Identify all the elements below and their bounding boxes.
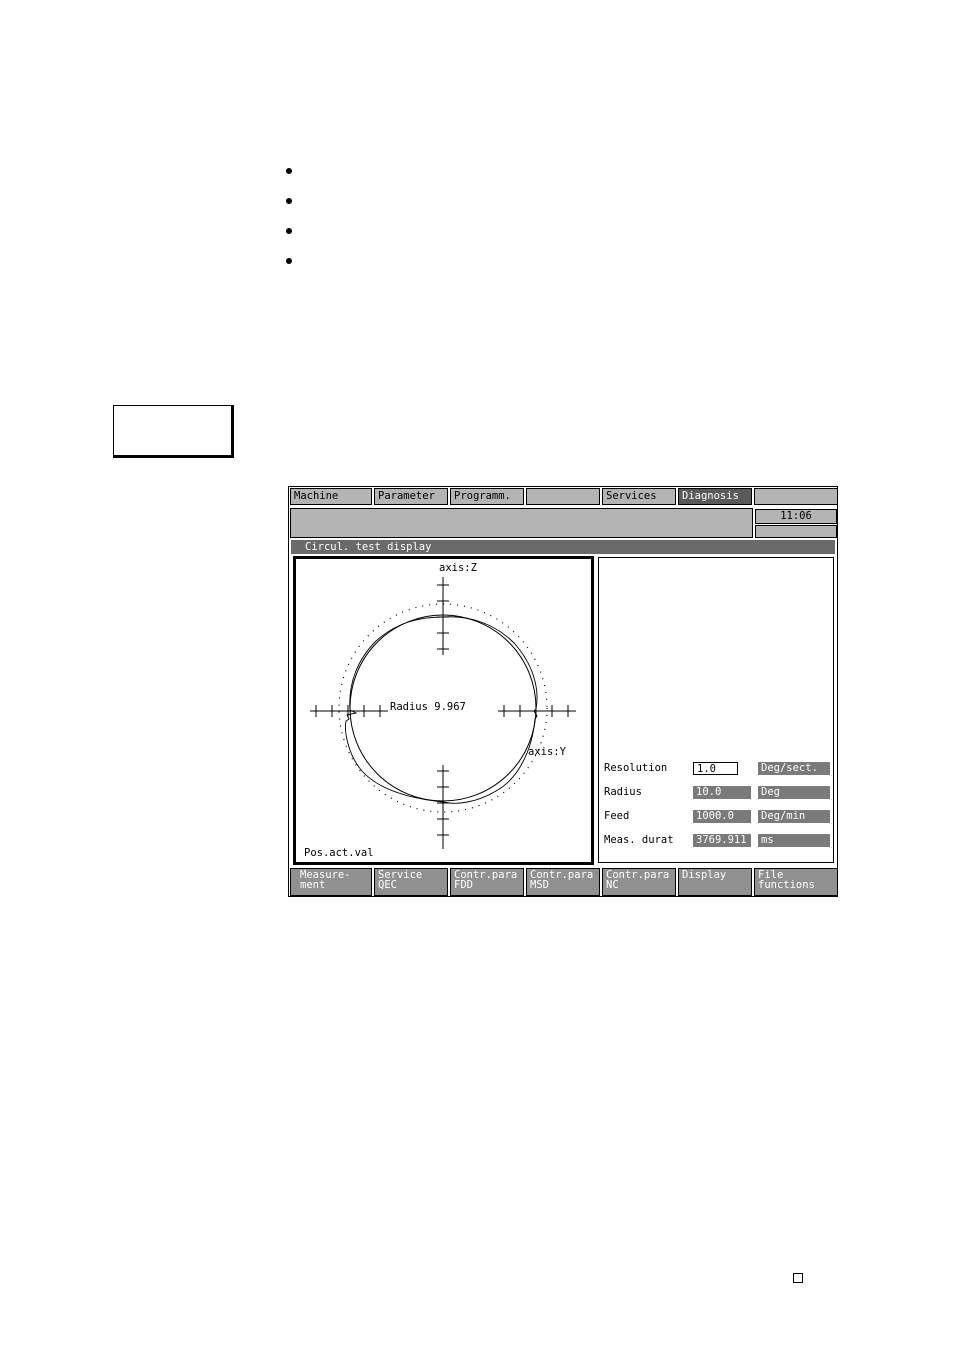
axis-y-left [310,705,388,717]
cnc-screen: Machine Parameter Programm. Services Dia… [288,486,838,897]
feed-unit: Deg/min [758,810,830,823]
circle-plot-svg: axis:Z axis:Y Radius 9.967 Pos.act.val [304,562,576,859]
menu-parameter[interactable]: Parameter [374,488,448,505]
window-title: Circul. test display [291,540,835,554]
radius-unit: Deg [758,786,830,799]
bullet-2 [286,198,292,204]
param-label-feed: Feed [604,810,630,822]
softkey-measurement[interactable]: Measure- ment [290,868,372,896]
resolution-unit: Deg/sect. [758,762,830,775]
axis-y-label: axis:Y [528,746,567,758]
softkey-contr-para-nc[interactable]: Contr.para NC [602,868,676,896]
meas-durat-unit: ms [758,834,830,847]
axis-z-top [437,577,449,655]
param-label-meas-durat: Meas. durat [604,834,674,846]
page-corner-mark [793,1273,803,1283]
menu-machine[interactable]: Machine [290,488,372,505]
param-label-resolution: Resolution [604,762,668,774]
bullet-3 [286,228,292,234]
resolution-input[interactable]: 1.0 [693,762,738,775]
radius-label: Radius 9.967 [390,701,466,713]
mode-label: Pos.act.val [304,847,374,859]
softkey-service-qec[interactable]: Service QEC [374,868,448,896]
axis-z-bottom [437,765,449,849]
softkey-bar: Measure- ment Service QEC Contr.para FDD… [290,868,838,896]
margin-note-box [113,405,234,458]
menu-programm[interactable]: Programm. [450,488,524,505]
menu-empty-1[interactable] [526,488,600,505]
menu-empty-2[interactable] [754,488,838,505]
softkey-contr-para-fdd[interactable]: Contr.para FDD [450,868,524,896]
param-label-radius: Radius [604,786,642,798]
feed-value: 1000.0 [693,810,751,823]
softkey-file-functions[interactable]: File functions [754,868,838,896]
softkey-display[interactable]: Display [678,868,752,896]
menu-bar: Machine Parameter Programm. Services Dia… [290,488,838,506]
menu-diagnosis[interactable]: Diagnosis [678,488,752,505]
meas-durat-value: 3769.911 [693,834,751,847]
softkey-contr-para-msd[interactable]: Contr.para MSD [526,868,600,896]
message-bar [290,508,753,538]
parameter-panel: Resolution 1.0 Deg/sect. Radius 10.0 Deg… [598,557,834,863]
menu-services[interactable]: Services [602,488,676,505]
bullet-1 [286,168,292,174]
radius-value: 10.0 [693,786,751,799]
bullet-4 [286,258,292,264]
circle-plot: axis:Z axis:Y Radius 9.967 Pos.act.val [293,556,594,865]
clock-display: 11:06 [755,509,837,524]
axis-z-label: axis:Z [439,562,477,574]
status-field [755,525,837,538]
